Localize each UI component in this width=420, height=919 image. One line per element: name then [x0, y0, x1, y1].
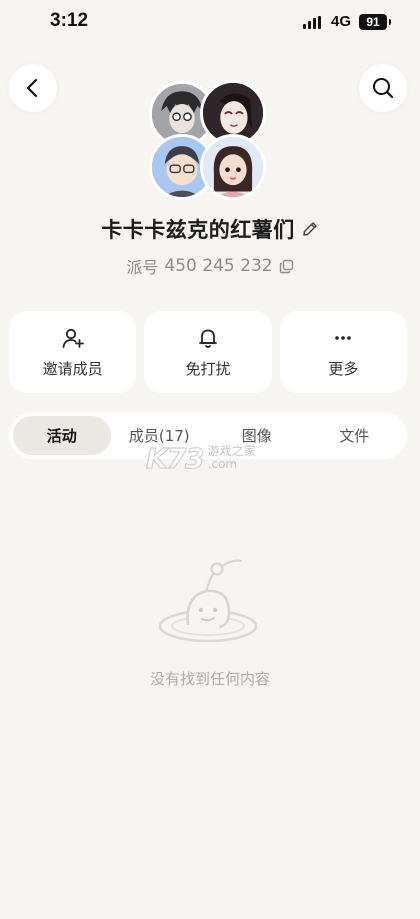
group-avatar-cluster[interactable]: [148, 80, 270, 204]
group-id-row: 派号 450 245 232: [0, 254, 420, 278]
status-time: 3:12: [50, 10, 89, 31]
status-bar: 3:12 4G 91: [0, 0, 420, 48]
group-name: 卡卡卡兹克的红薯们: [101, 218, 295, 242]
site-watermark: K73 游戏之家 .com: [145, 440, 256, 476]
group-id-number: 450 245 232: [164, 256, 273, 276]
edit-icon[interactable]: [301, 220, 319, 238]
search-icon: [373, 78, 394, 99]
watermark-logo: K73: [145, 441, 205, 475]
add-user-icon: [62, 328, 84, 348]
group-title-row: 卡卡卡兹克的红薯们: [0, 214, 420, 244]
empty-state-message: 没有找到任何内容: [149, 670, 270, 688]
search-button[interactable]: [359, 64, 407, 112]
more-icon: [335, 335, 352, 340]
action-row: 邀请成员 免打扰 更多: [9, 311, 407, 393]
network-label: 4G: [331, 13, 352, 30]
chevron-left-icon: [26, 78, 38, 98]
battery-icon: 91: [359, 14, 391, 30]
do-not-disturb-button[interactable]: 免打扰: [144, 311, 272, 393]
invite-members-button[interactable]: 邀请成员: [9, 311, 137, 393]
bell-icon: [199, 329, 217, 348]
signal-icon: [303, 16, 321, 29]
watermark-text: 游戏之家 .com: [208, 445, 256, 471]
back-button[interactable]: [9, 64, 57, 112]
copy-icon[interactable]: [279, 259, 294, 274]
watermark-line2: .com: [207, 457, 238, 471]
more-button[interactable]: 更多: [279, 311, 407, 393]
more-label: 更多: [328, 359, 359, 378]
invite-members-label: 邀请成员: [42, 359, 103, 378]
group-id-label: 派号: [126, 258, 159, 277]
tab-files[interactable]: 文件: [306, 416, 404, 455]
do-not-disturb-label: 免打扰: [185, 359, 231, 378]
member-avatar: [200, 134, 266, 200]
empty-state-illustration: [158, 559, 258, 643]
tab-activity[interactable]: 活动: [13, 416, 111, 455]
